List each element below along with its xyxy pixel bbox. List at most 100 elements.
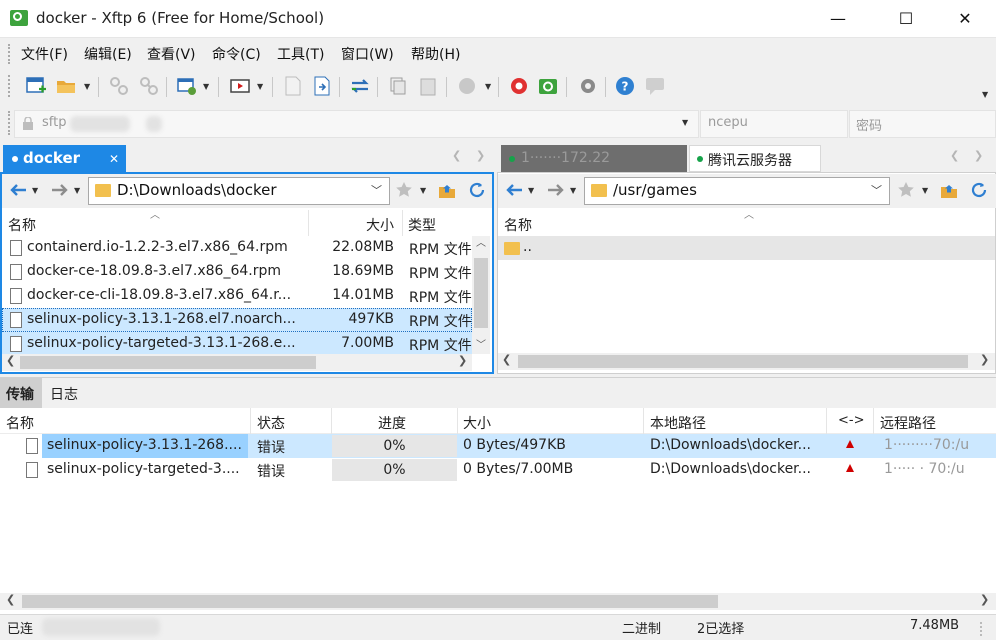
forward-dropdown-icon[interactable]: ▼ bbox=[570, 186, 576, 195]
list-item[interactable]: containerd.io-1.2.2-3.el7.x86_64.rpm 22.… bbox=[2, 236, 472, 260]
chat-icon[interactable] bbox=[644, 75, 666, 97]
back-arrow-icon[interactable] bbox=[8, 182, 28, 198]
settings-icon[interactable] bbox=[577, 75, 599, 97]
new-session-icon[interactable] bbox=[25, 75, 47, 97]
reconnect-icon[interactable] bbox=[138, 75, 160, 97]
column-divider[interactable] bbox=[402, 210, 403, 236]
tab-remote-ip[interactable]: 1·······172.22 bbox=[501, 145, 687, 172]
menu-view[interactable]: 查看(V) bbox=[147, 44, 196, 64]
scroll-left-icon[interactable]: ❮ bbox=[6, 354, 15, 367]
paste-icon[interactable] bbox=[417, 75, 439, 97]
refresh-icon[interactable] bbox=[468, 181, 486, 199]
left-path-input[interactable]: D:\Downloads\docker ﹀ bbox=[88, 177, 390, 205]
home-folder-icon[interactable] bbox=[940, 181, 958, 199]
scroll-left-icon[interactable]: ❮ bbox=[6, 593, 15, 606]
scroll-up-icon[interactable]: ︿ bbox=[476, 234, 486, 249]
tab-scroll-right-icon[interactable]: ❯ bbox=[476, 149, 485, 162]
right-horizontal-scrollbar[interactable]: ❮ ❯ bbox=[498, 353, 995, 370]
open-dropdown-icon[interactable]: ▼ bbox=[84, 82, 90, 91]
column-local-path[interactable]: 本地路径 bbox=[650, 413, 706, 433]
scroll-thumb[interactable] bbox=[20, 356, 316, 369]
scroll-right-icon[interactable]: ❯ bbox=[980, 353, 989, 366]
toolbar-overflow-icon[interactable]: ▼ bbox=[982, 90, 988, 99]
column-divider[interactable] bbox=[457, 408, 458, 434]
path-dropdown-icon[interactable]: ﹀ bbox=[371, 182, 382, 198]
minimize-button[interactable]: — bbox=[815, 0, 861, 38]
scroll-thumb[interactable] bbox=[518, 355, 968, 368]
tab-tencent-cloud[interactable]: 腾讯云服务器 bbox=[689, 145, 821, 172]
tab-scroll-left-icon[interactable]: ❮ bbox=[452, 149, 461, 162]
download-icon[interactable] bbox=[311, 75, 333, 97]
column-divider[interactable] bbox=[250, 408, 251, 434]
terminal-icon[interactable] bbox=[229, 75, 251, 97]
column-divider[interactable] bbox=[643, 408, 644, 434]
column-name[interactable]: 名称 bbox=[8, 215, 36, 235]
properties-dropdown-icon[interactable]: ▼ bbox=[203, 82, 209, 91]
tab-transfer[interactable]: 传输 bbox=[0, 378, 42, 408]
home-folder-icon[interactable] bbox=[438, 181, 456, 199]
forward-dropdown-icon[interactable]: ▼ bbox=[74, 186, 80, 195]
column-type[interactable]: 类型 bbox=[408, 215, 436, 235]
menu-file[interactable]: 文件(F) bbox=[21, 44, 68, 64]
menu-command[interactable]: 命令(C) bbox=[212, 44, 261, 64]
transfer-row[interactable]: selinux-policy-3.13.1-268.... 错误 0% 0 By… bbox=[0, 434, 996, 458]
favorite-dropdown-icon[interactable]: ▼ bbox=[420, 186, 426, 195]
column-progress[interactable]: 进度 bbox=[378, 413, 406, 433]
tab-log[interactable]: 日志 bbox=[50, 384, 78, 404]
list-item[interactable]: selinux-policy-targeted-3.13.1-268.e... … bbox=[2, 332, 472, 354]
column-status[interactable]: 状态 bbox=[257, 413, 285, 433]
list-item[interactable]: .. bbox=[498, 236, 995, 260]
menu-help[interactable]: 帮助(H) bbox=[411, 44, 460, 64]
maximize-button[interactable]: ☐ bbox=[883, 0, 929, 38]
scroll-down-icon[interactable]: ﹀ bbox=[476, 336, 486, 351]
properties-icon[interactable] bbox=[176, 75, 198, 97]
back-arrow-icon[interactable] bbox=[504, 182, 524, 198]
list-item[interactable]: docker-ce-18.09.8-3.el7.x86_64.rpm 18.69… bbox=[2, 260, 472, 284]
scroll-left-icon[interactable]: ❮ bbox=[502, 353, 511, 366]
close-button[interactable]: ✕ bbox=[942, 0, 988, 38]
path-dropdown-icon[interactable]: ﹀ bbox=[871, 182, 882, 198]
resize-grip-icon[interactable] bbox=[980, 622, 992, 636]
disconnect-icon[interactable] bbox=[108, 75, 130, 97]
record-dropdown-icon[interactable]: ▼ bbox=[485, 82, 491, 91]
list-item[interactable]: selinux-policy-3.13.1-268.el7.noarch... … bbox=[2, 308, 472, 332]
tab-close-icon[interactable]: ✕ bbox=[109, 152, 119, 166]
list-item[interactable]: docker-ce-cli-18.09.8-3.el7.x86_64.r... … bbox=[2, 284, 472, 308]
column-divider[interactable] bbox=[826, 408, 827, 434]
tab-docker[interactable]: docker ✕ bbox=[3, 145, 126, 172]
xftp-icon[interactable] bbox=[537, 75, 559, 97]
tab-scroll-left-icon[interactable]: ❮ bbox=[950, 149, 959, 162]
forward-arrow-icon[interactable] bbox=[546, 182, 566, 198]
column-divider[interactable] bbox=[308, 210, 309, 236]
back-dropdown-icon[interactable]: ▼ bbox=[528, 186, 534, 195]
column-divider[interactable] bbox=[873, 408, 874, 434]
favorite-star-icon[interactable] bbox=[897, 181, 915, 199]
column-name[interactable]: 名称 bbox=[504, 215, 532, 235]
column-size[interactable]: 大小 bbox=[366, 215, 394, 235]
column-divider[interactable] bbox=[331, 408, 332, 434]
column-remote-path[interactable]: 远程路径 bbox=[880, 413, 936, 433]
menu-window[interactable]: 窗口(W) bbox=[341, 44, 394, 64]
refresh-icon[interactable] bbox=[970, 181, 988, 199]
help-icon[interactable]: ? bbox=[614, 75, 636, 97]
xshell-icon[interactable] bbox=[508, 75, 530, 97]
scroll-thumb[interactable] bbox=[474, 258, 488, 328]
open-folder-icon[interactable] bbox=[55, 75, 77, 97]
transfer-row[interactable]: selinux-policy-targeted-3.... 错误 0% 0 By… bbox=[0, 458, 996, 482]
forward-arrow-icon[interactable] bbox=[50, 182, 70, 198]
scroll-thumb[interactable] bbox=[22, 595, 718, 608]
copy-icon[interactable] bbox=[387, 75, 409, 97]
column-direction[interactable]: <-> bbox=[838, 413, 864, 428]
favorite-dropdown-icon[interactable]: ▼ bbox=[922, 186, 928, 195]
upload-icon[interactable] bbox=[282, 75, 304, 97]
left-horizontal-scrollbar[interactable]: ❮ ❯ bbox=[2, 354, 472, 371]
back-dropdown-icon[interactable]: ▼ bbox=[32, 186, 38, 195]
terminal-dropdown-icon[interactable]: ▼ bbox=[257, 82, 263, 91]
column-name[interactable]: 名称 bbox=[6, 413, 34, 433]
scroll-right-icon[interactable]: ❯ bbox=[980, 593, 989, 606]
left-vertical-scrollbar[interactable]: ︿ ﹀ bbox=[472, 236, 490, 354]
transfer-horizontal-scrollbar[interactable]: ❮ ❯ bbox=[0, 593, 996, 610]
host-dropdown-icon[interactable]: ▼ bbox=[682, 118, 688, 127]
sync-icon[interactable] bbox=[349, 75, 371, 97]
record-icon[interactable] bbox=[456, 75, 478, 97]
